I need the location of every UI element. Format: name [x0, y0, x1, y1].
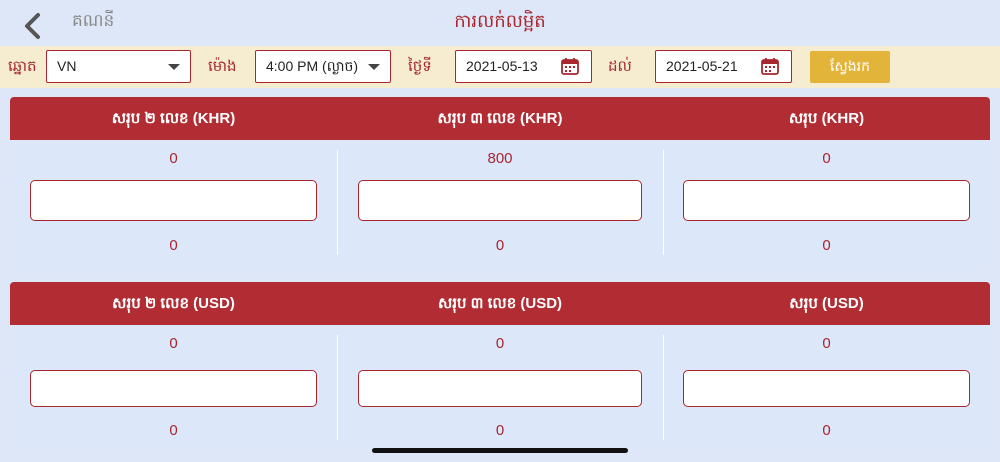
khr-3digit-sub-value: 0 [495, 237, 505, 254]
calendar-icon [561, 58, 579, 75]
khr-2digit-value: 0 [169, 150, 178, 167]
khr-total-input[interactable] [683, 180, 970, 221]
khr-total-value: 0 [822, 150, 831, 167]
khr-2digit-sub-value: 0 [169, 237, 178, 254]
khr-col-title-3digit: សរុប ៣ លេខ (KHR) [437, 110, 563, 127]
date-to-value: 2021-05-21 [666, 58, 738, 74]
station-value: VN [57, 58, 77, 74]
usd-col-title-total: សរុប (USD) [789, 295, 864, 312]
station-select[interactable]: VN [46, 50, 191, 83]
usd-3digit-value: 0 [495, 335, 505, 352]
search-button[interactable]: ស្វែងរក [810, 51, 890, 83]
usd-col-2digit: 0 0 [10, 325, 337, 450]
usd-2digit-input[interactable] [30, 370, 317, 407]
khr-total-sub-value: 0 [822, 237, 831, 254]
calendar-icon [761, 58, 779, 75]
usd-2digit-sub-value: 0 [169, 422, 178, 439]
filter-bar: ឆ្នោត VN ម៉ោង 4:00 PM (ល្ងាច) ថ្ងៃទី 202… [0, 46, 1000, 88]
time-value: 4:00 PM (ល្ងាច) [266, 58, 359, 74]
khr-panel-header: សរុប ២ លេខ (KHR) សរុប ៣ លេខ (KHR) សរុប (… [10, 97, 990, 140]
date-to-field[interactable]: 2021-05-21 [655, 50, 792, 83]
khr-col-2digit: 0 0 [10, 140, 337, 265]
usd-total-sub-value: 0 [822, 422, 831, 439]
date-from-field[interactable]: 2021-05-13 [455, 50, 592, 83]
usd-panel-header: សរុប ២ លេខ (USD) សរុប ៣ លេខ (USD) សរុប (… [10, 282, 990, 325]
usd-total-input[interactable] [683, 370, 970, 407]
khr-3digit-input[interactable] [358, 180, 642, 221]
usd-col-total: 0 0 [663, 325, 990, 450]
usd-col-title-3digit: សរុប ៣ លេខ (USD) [437, 295, 563, 312]
khr-col-title-total: សរុប (KHR) [788, 110, 865, 127]
usd-summary-panel: សរុប ២ លេខ (USD) សរុប ៣ លេខ (USD) សរុប (… [10, 282, 990, 451]
date-from-label: ថ្ងៃទី [408, 57, 432, 75]
time-label: ម៉ោង [208, 57, 237, 75]
chevron-down-icon [368, 64, 380, 70]
usd-col-3digit: 0 0 [337, 325, 663, 450]
usd-col-title-2digit: សរុប ២ លេខ (USD) [112, 295, 235, 312]
chevron-down-icon [168, 64, 180, 70]
khr-summary-panel: សរុប ២ លេខ (KHR) សរុប ៣ លេខ (KHR) សរុប (… [10, 97, 990, 268]
top-nav-bar: គណនី ការលក់លម្អិត [0, 0, 1000, 46]
khr-3digit-value: 800 [487, 150, 513, 167]
usd-2digit-value: 0 [169, 335, 178, 352]
page-title: ការលក់លម្អិត [454, 11, 546, 32]
station-label: ឆ្នោត [8, 57, 37, 75]
date-from-value: 2021-05-13 [466, 58, 538, 74]
khr-col-3digit: 800 0 [337, 140, 663, 265]
usd-3digit-sub-value: 0 [495, 422, 505, 439]
usd-total-value: 0 [822, 335, 831, 352]
home-indicator [372, 448, 628, 453]
khr-col-title-2digit: សរុប ២ លេខ (KHR) [111, 110, 236, 127]
khr-2digit-input[interactable] [30, 180, 317, 221]
khr-col-total: 0 0 [663, 140, 990, 265]
date-to-label: ដល់ [608, 57, 632, 75]
usd-3digit-input[interactable] [358, 370, 642, 407]
time-select[interactable]: 4:00 PM (ល្ងាច) [255, 50, 391, 83]
